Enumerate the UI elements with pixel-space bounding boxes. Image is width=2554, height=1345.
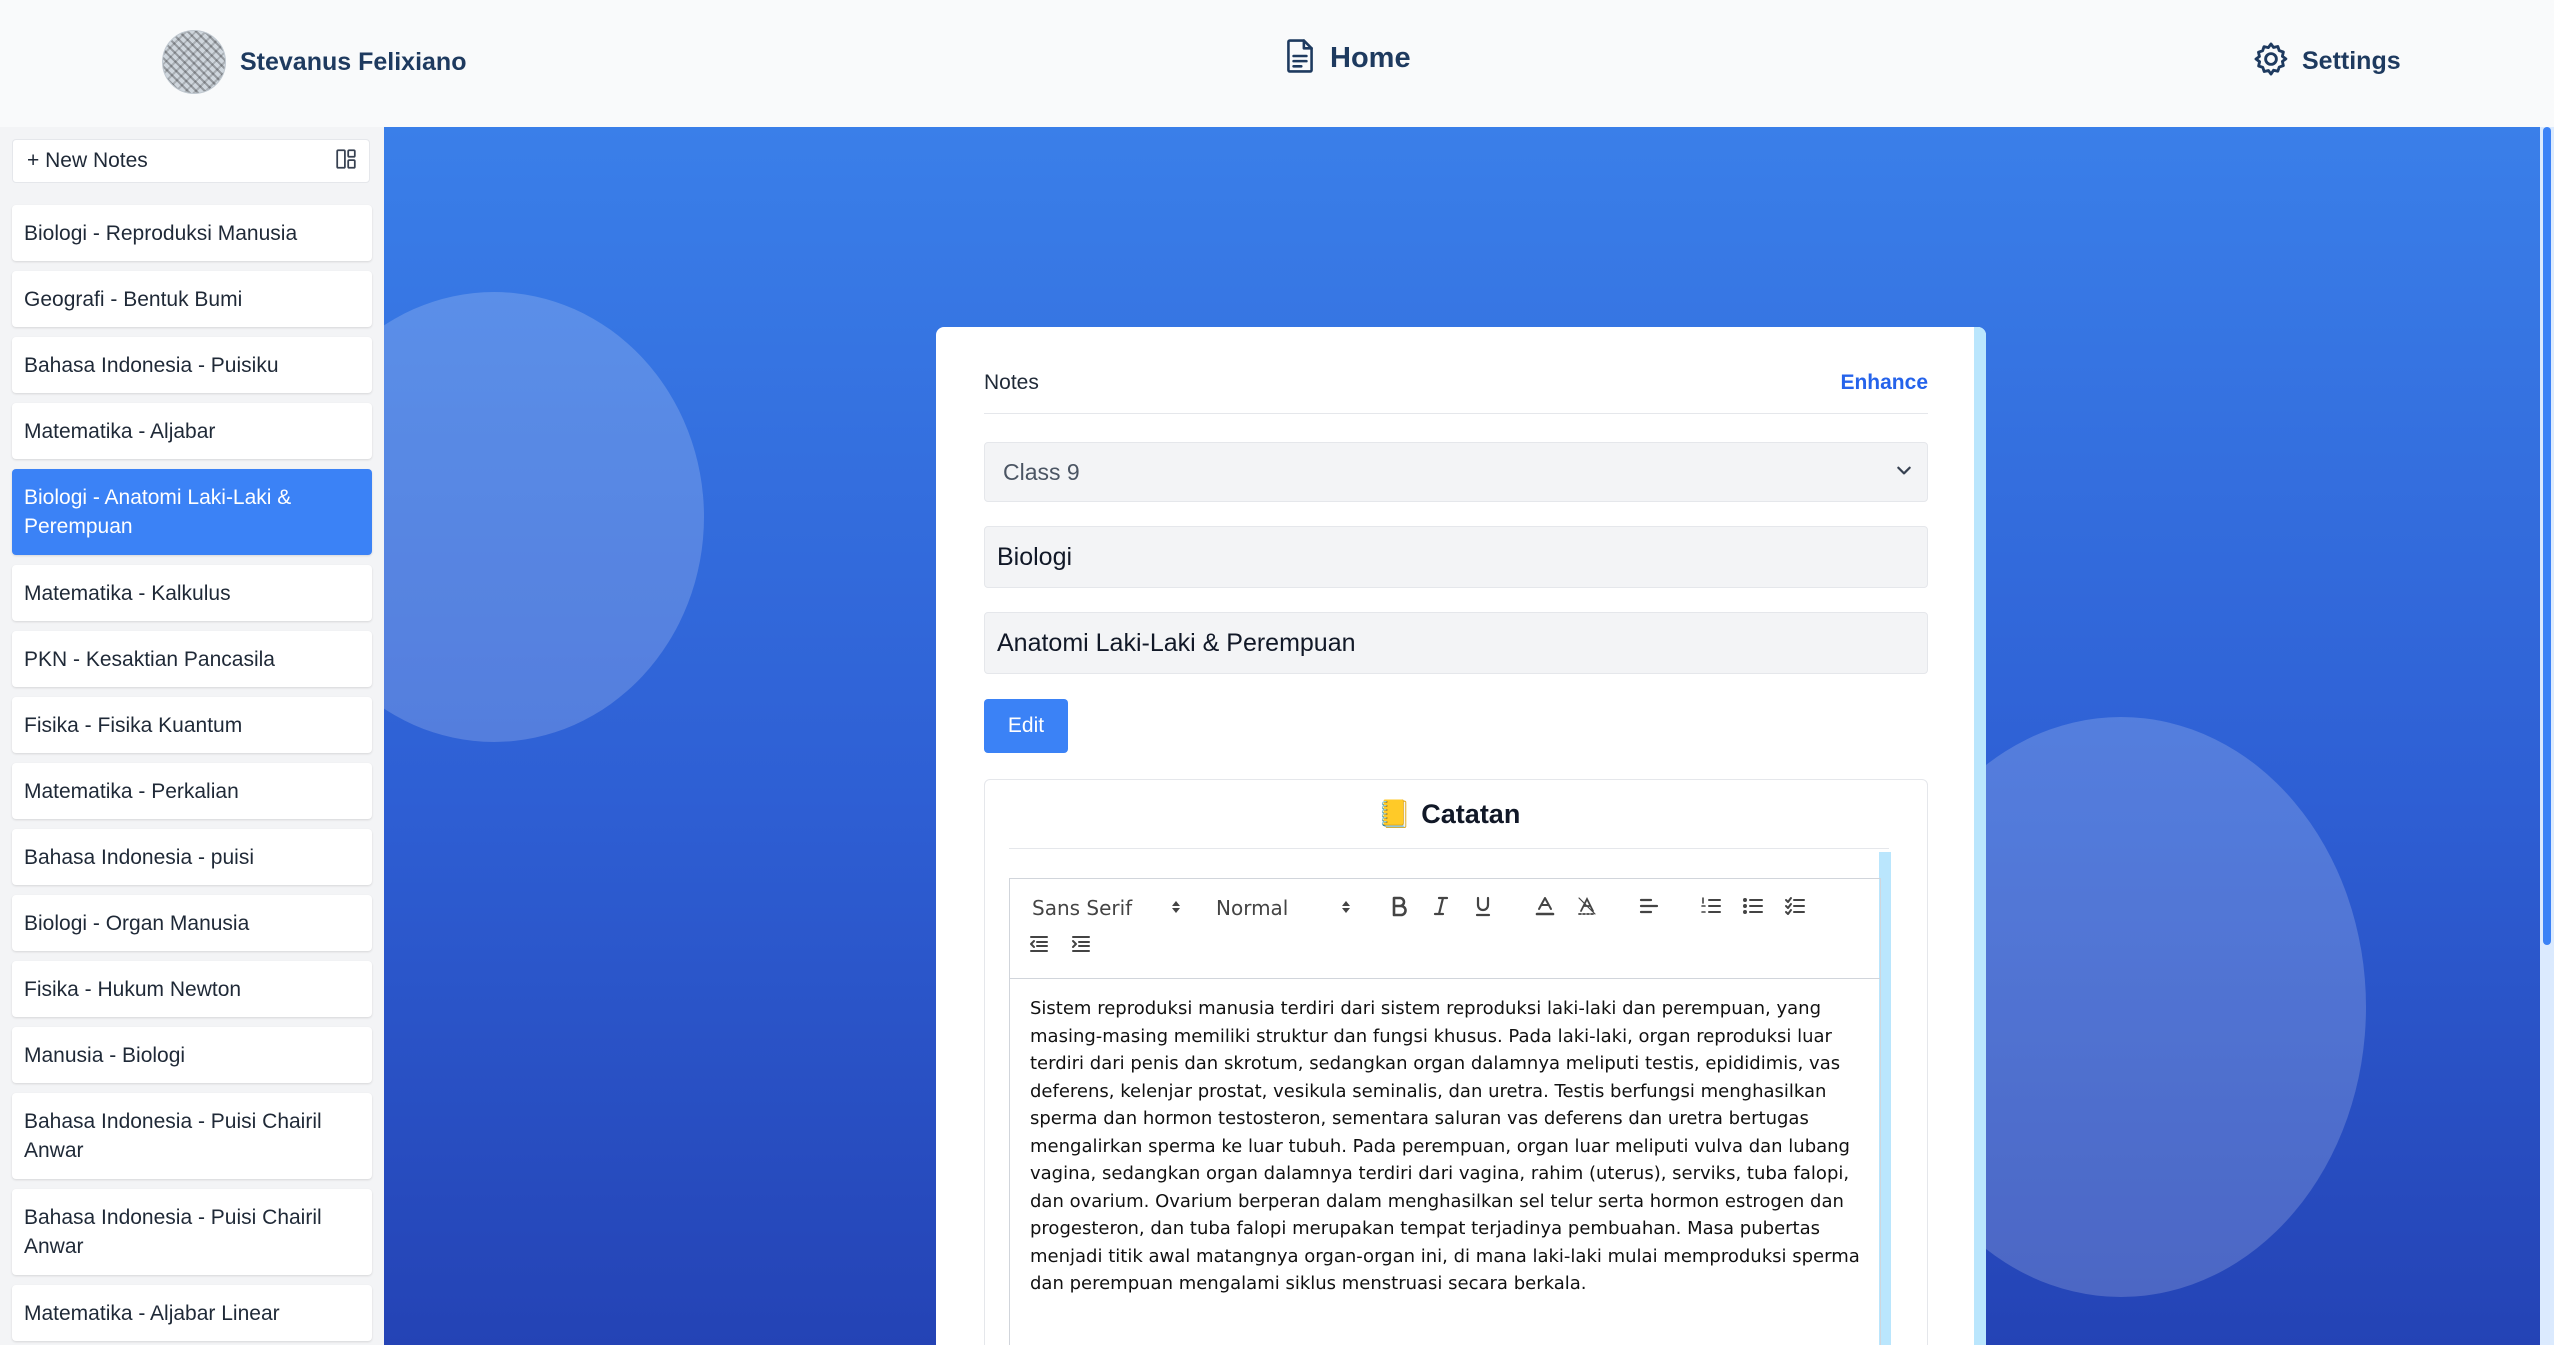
settings-link[interactable]: Settings xyxy=(2252,40,2401,83)
home-link[interactable]: Home xyxy=(1284,38,1411,79)
note-item-label: Fisika - Hukum Newton xyxy=(24,977,242,1001)
indent-icon xyxy=(1070,933,1092,960)
enhance-link[interactable]: Enhance xyxy=(1840,371,1928,395)
note-item[interactable]: Bahasa Indonesia - Puisiku xyxy=(12,337,372,393)
font-size-value: Normal xyxy=(1216,896,1289,920)
note-item[interactable]: Geografi - Bentuk Bumi xyxy=(12,271,372,327)
note-item-label: Geografi - Bentuk Bumi xyxy=(24,287,243,311)
align-left-icon xyxy=(1638,895,1660,922)
card-scrollbar[interactable] xyxy=(1974,327,1986,1345)
note-item[interactable]: Biologi - Reproduksi Manusia xyxy=(12,205,372,261)
editor-content[interactable]: Sistem reproduksi manusia terdiri dari s… xyxy=(1030,995,1866,1298)
document-icon xyxy=(1284,38,1316,79)
note-item[interactable]: Matematika - Perkalian xyxy=(12,763,372,819)
note-item[interactable]: PKN - Kesaktian Pancasila xyxy=(12,631,372,687)
avatar[interactable] xyxy=(162,30,226,94)
text-color-button[interactable] xyxy=(1530,893,1560,923)
ordered-list-button[interactable] xyxy=(1696,893,1726,923)
note-item[interactable]: Biologi - Organ Manusia xyxy=(12,895,372,951)
subject-input[interactable]: Biologi xyxy=(984,526,1928,588)
class-select[interactable]: Class 9 xyxy=(984,442,1928,502)
checklist-icon xyxy=(1784,895,1806,922)
note-item-label: Bahasa Indonesia - Puisiku xyxy=(24,353,279,377)
rich-text-editor: Sans Serif Normal Sistem reproduksi manu… xyxy=(1009,878,1881,1345)
page-scroll-thumb[interactable] xyxy=(2543,127,2551,945)
note-item-label: Biologi - Reproduksi Manusia xyxy=(24,221,298,245)
note-item-label: Bahasa Indonesia - Puisi Chairil Anwar xyxy=(24,1206,322,1258)
note-item-label: Matematika - Perkalian xyxy=(24,779,239,803)
updown-icon xyxy=(1340,896,1352,920)
notebook-icon: 📒 xyxy=(1377,799,1412,829)
note-item-label: PKN - Kesaktian Pancasila xyxy=(24,647,275,671)
card-header: Notes Enhance xyxy=(984,371,1928,414)
note-item-label: Bahasa Indonesia - Puisi Chairil Anwar xyxy=(24,1110,322,1162)
note-item[interactable]: Fisika - Fisika Kuantum xyxy=(12,697,372,753)
topic-input[interactable]: Anatomi Laki-Laki & Perempuan xyxy=(984,612,1928,674)
note-item-label: Bahasa Indonesia - puisi xyxy=(24,845,254,869)
note-item[interactable]: Bahasa Indonesia - Puisi Chairil Anwar xyxy=(12,1189,372,1275)
italic-button[interactable] xyxy=(1426,893,1456,923)
catatan-title: Catatan xyxy=(1421,798,1521,829)
decorative-circle xyxy=(384,292,704,742)
page-scrollbar[interactable] xyxy=(2540,127,2554,1345)
ordered-list-icon xyxy=(1700,895,1722,922)
note-item-label: Biologi - Organ Manusia xyxy=(24,911,250,935)
underline-button[interactable] xyxy=(1468,893,1498,923)
note-item[interactable]: Bahasa Indonesia - puisi xyxy=(12,829,372,885)
indent-button[interactable] xyxy=(1066,931,1096,961)
font-family-value: Sans Serif xyxy=(1032,896,1133,920)
edit-button[interactable]: Edit xyxy=(984,699,1068,753)
highlight-button[interactable] xyxy=(1572,893,1602,923)
note-item[interactable]: Matematika - Aljabar xyxy=(12,403,372,459)
home-label: Home xyxy=(1330,42,1411,74)
bullet-list-button[interactable] xyxy=(1738,893,1768,923)
note-item-active[interactable]: Biologi - Anatomi Laki-Laki & Perempuan xyxy=(12,469,372,555)
italic-icon xyxy=(1431,895,1451,922)
note-item[interactable]: Fisika - Hukum Newton xyxy=(12,961,372,1017)
catatan-section: 📒 Catatan Sans Serif Normal Sistem repro… xyxy=(984,779,1928,1345)
top-navbar: Stevanus Felixiano Home Settings xyxy=(0,0,2554,128)
underline-icon xyxy=(1473,895,1493,922)
checklist-button[interactable] xyxy=(1780,893,1810,923)
editor-toolbar: Sans Serif Normal xyxy=(1010,879,1880,979)
font-size-select[interactable]: Normal xyxy=(1216,893,1352,923)
layout-icon[interactable] xyxy=(335,148,357,175)
main-area: Notes Enhance Class 9 Biologi Anatomi La… xyxy=(384,127,2554,1345)
sidebar: + New Notes Biologi - Reproduksi Manusia… xyxy=(0,127,384,1345)
chevron-down-icon xyxy=(1895,461,1913,484)
user-name: Stevanus Felixiano xyxy=(240,47,467,76)
note-item[interactable]: Matematika - Kalkulus xyxy=(12,565,372,621)
notes-list: Biologi - Reproduksi Manusia Geografi - … xyxy=(12,205,372,1345)
note-item[interactable]: Matematika - Aljabar Linear xyxy=(12,1285,372,1341)
note-form-card: Notes Enhance Class 9 Biologi Anatomi La… xyxy=(936,327,1986,1345)
text-color-icon xyxy=(1534,895,1556,922)
note-item-label: Matematika - Aljabar xyxy=(24,419,216,443)
note-item[interactable]: Bahasa Indonesia - Puisi Chairil Anwar xyxy=(12,1093,372,1179)
note-item-label: Matematika - Kalkulus xyxy=(24,581,231,605)
catatan-heading: 📒 Catatan xyxy=(1009,780,1889,849)
highlight-icon xyxy=(1576,895,1598,922)
align-button[interactable] xyxy=(1634,893,1664,923)
new-notes-button[interactable]: + New Notes xyxy=(12,139,370,183)
bullet-list-icon xyxy=(1742,895,1764,922)
note-item[interactable]: Manusia - Biologi xyxy=(12,1027,372,1083)
gear-icon xyxy=(2252,40,2290,83)
note-item-label: Biologi - Anatomi Laki-Laki & Perempuan xyxy=(24,486,292,538)
new-notes-label: + New Notes xyxy=(27,149,148,172)
user-profile[interactable]: Stevanus Felixiano xyxy=(162,26,466,98)
note-item-label: Matematika - Aljabar Linear xyxy=(24,1301,280,1325)
settings-label: Settings xyxy=(2302,47,2401,75)
font-family-select[interactable]: Sans Serif xyxy=(1032,893,1182,923)
class-select-value: Class 9 xyxy=(1003,458,1080,485)
outdent-button[interactable] xyxy=(1024,931,1054,961)
bold-icon xyxy=(1389,895,1409,922)
note-item-label: Fisika - Fisika Kuantum xyxy=(24,713,243,737)
note-item-label: Manusia - Biologi xyxy=(24,1043,186,1067)
card-title: Notes xyxy=(984,371,1039,394)
outdent-icon xyxy=(1028,933,1050,960)
updown-icon xyxy=(1170,896,1182,920)
bold-button[interactable] xyxy=(1384,893,1414,923)
